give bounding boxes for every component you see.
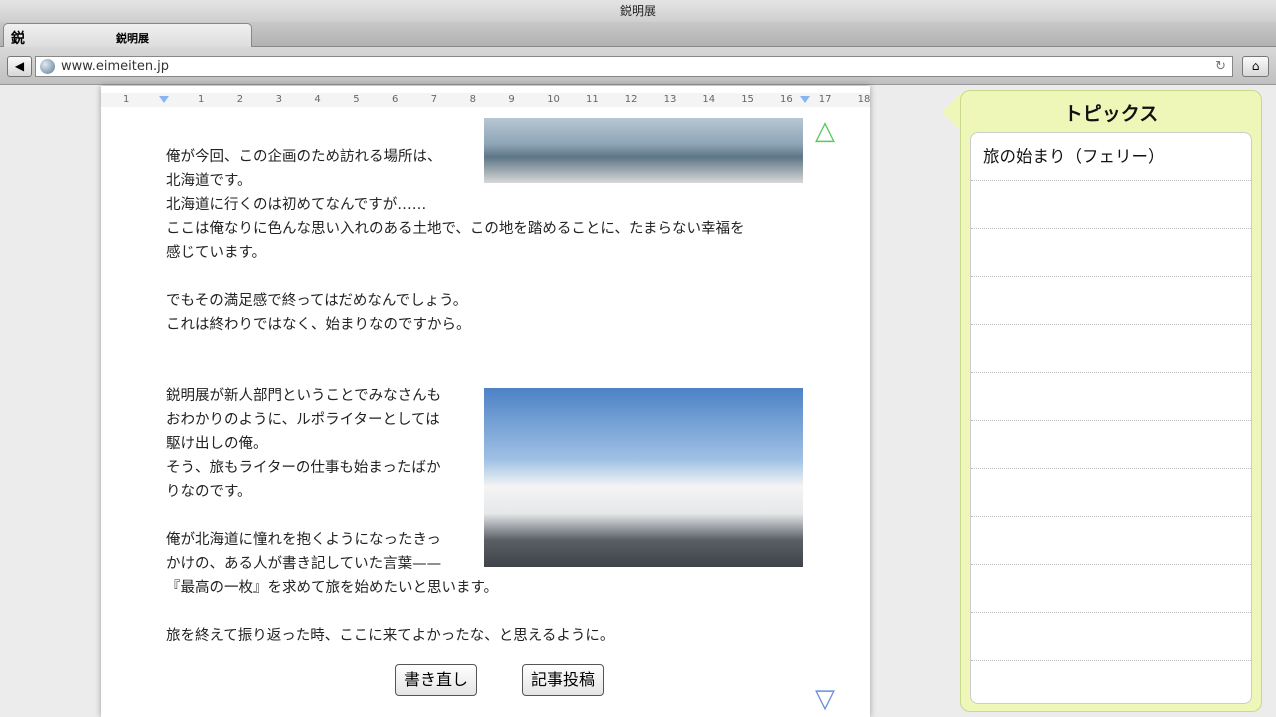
ruler[interactable]: 1 1 2 3 4 5 6 7 8 9 10 11 12 13 14 15 16 17 18: [101, 93, 870, 107]
ruler-label: 14: [702, 94, 716, 105]
ruler-label: 10: [547, 94, 560, 105]
topic-item[interactable]: [971, 565, 1251, 613]
article-text-block-2[interactable]: 鋭明展が新人部門ということでみなさんも おわかりのように、ルポライターとしては …: [166, 384, 614, 648]
topic-item[interactable]: [971, 469, 1251, 517]
topic-item[interactable]: [971, 277, 1251, 325]
article-editor: 1 1 2 3 4 5 6 7 8 9 10 11 12 13 14 15 16 17 18 俺が今回、この企画のた…: [101, 86, 870, 717]
right-margin-marker-icon[interactable]: [800, 96, 810, 103]
topics-panel: トピックス 旅の始まり（フェリー）: [960, 90, 1262, 712]
topic-item[interactable]: 旅の始まり（フェリー）: [971, 133, 1251, 181]
topic-item[interactable]: [971, 517, 1251, 565]
ruler-label: 11: [586, 94, 599, 105]
topic-item[interactable]: [971, 613, 1251, 661]
reload-icon[interactable]: ↻: [1215, 57, 1226, 76]
topics-title: トピックス: [1063, 103, 1159, 125]
tab-bar: 鋭 鋭明展: [0, 22, 1276, 48]
tab-label: 鋭明展: [116, 32, 149, 45]
ruler-label: 6: [392, 94, 399, 105]
url-text: www.eimeiten.jp: [61, 59, 170, 74]
ruler-label: 4: [314, 94, 321, 105]
topic-item[interactable]: [971, 181, 1251, 229]
scroll-down-icon[interactable]: ▽: [815, 684, 835, 714]
home-button[interactable]: ⌂: [1242, 56, 1269, 77]
ruler-label: 15: [741, 94, 754, 105]
window-title: 鋭明展: [0, 0, 1276, 22]
topic-item[interactable]: [971, 661, 1251, 703]
ruler-label: 2: [236, 94, 244, 105]
post-article-button[interactable]: 記事投稿: [522, 664, 605, 696]
ruler-label: 12: [624, 94, 638, 105]
topic-item[interactable]: [971, 373, 1251, 421]
topics-list: 旅の始まり（フェリー）: [970, 132, 1252, 704]
ruler-label: 1: [198, 94, 205, 105]
ruler-label: 9: [508, 94, 515, 105]
topic-item[interactable]: [971, 325, 1251, 373]
ruler-label: 17: [818, 94, 832, 105]
topics-panel-pointer: [942, 92, 962, 132]
ruler-label: 3: [275, 94, 282, 105]
ruler-label: 7: [430, 94, 438, 105]
back-button[interactable]: ◀: [7, 56, 32, 77]
tab-eimeiten[interactable]: 鋭 鋭明展: [3, 23, 252, 48]
topic-item[interactable]: [971, 421, 1251, 469]
address-bar[interactable]: www.eimeiten.jp ↻: [35, 56, 1233, 77]
scroll-up-icon[interactable]: △: [815, 116, 835, 146]
indent-marker-icon[interactable]: [159, 96, 169, 103]
article-text-block-1[interactable]: 俺が今回、この企画のため訪れる場所は、 北海道です。 北海道に行くのは初めてなん…: [166, 145, 745, 337]
site-favicon-icon: 鋭: [11, 31, 25, 47]
ruler-label: 13: [663, 94, 677, 105]
topic-item[interactable]: [971, 229, 1251, 277]
globe-icon: [40, 59, 55, 74]
ruler-label: 16: [780, 94, 793, 105]
ruler-label: 1: [123, 94, 130, 105]
navigation-bar: ◀ www.eimeiten.jp ↻ ⌂: [0, 47, 1276, 85]
ruler-label: 18: [857, 94, 871, 105]
ruler-label: 5: [353, 94, 360, 105]
rewrite-button[interactable]: 書き直し: [395, 664, 478, 696]
ruler-label: 8: [469, 94, 476, 105]
